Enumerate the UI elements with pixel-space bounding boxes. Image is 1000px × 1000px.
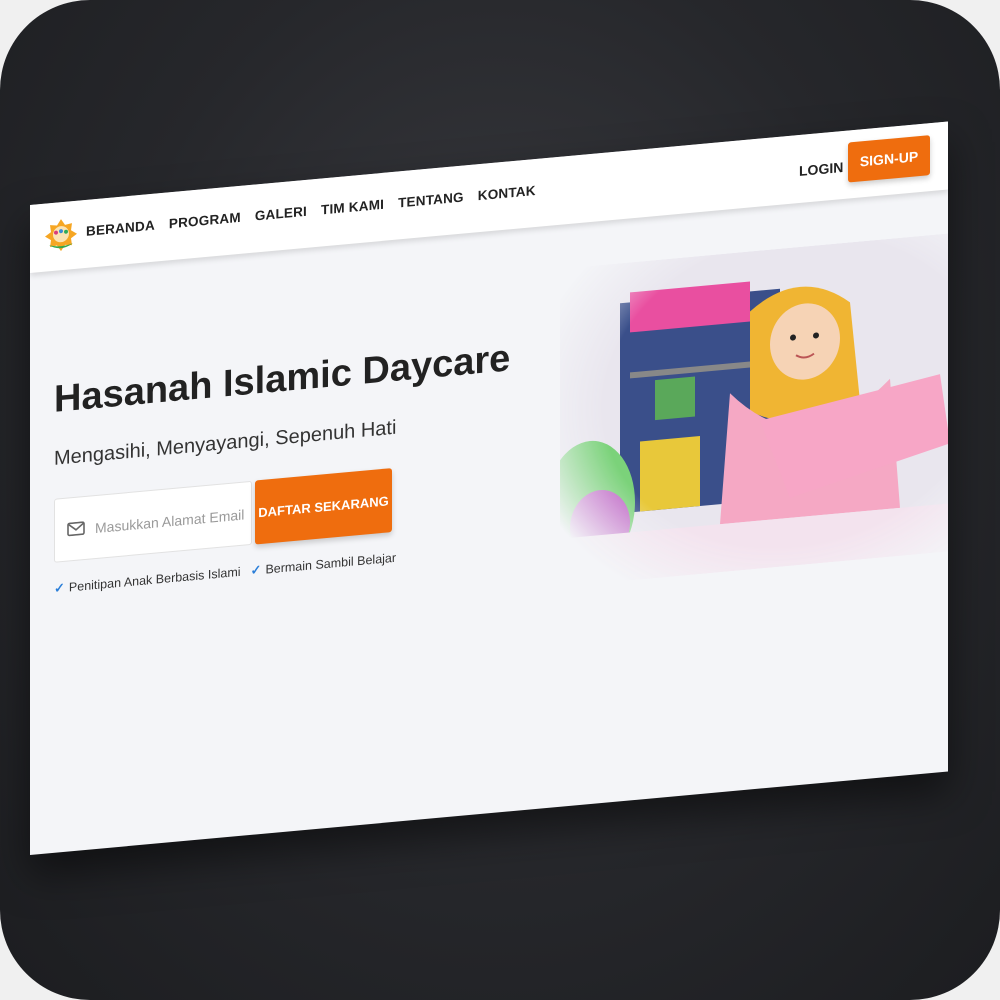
nav-item-tim-kami[interactable]: TIM KAMI: [321, 197, 384, 218]
nav-item-kontak[interactable]: KONTAK: [478, 183, 536, 203]
hero-subtitle: Mengasihi, Menyayangi, Sepenuh Hati: [54, 416, 397, 470]
mail-icon: [67, 521, 85, 537]
feature-label: Penitipan Anak Berbasis Islami: [68, 564, 241, 595]
feature-item: ✓ Bermain Sambil Belajar: [251, 550, 397, 579]
hero-photo: [560, 233, 948, 587]
browser-screen: BERANDA PROGRAM GALERI TIM KAMI TENTANG …: [30, 121, 948, 856]
device-frame: BERANDA PROGRAM GALERI TIM KAMI TENTANG …: [0, 0, 1000, 1000]
check-icon: ✓: [54, 579, 65, 596]
email-input[interactable]: [93, 502, 249, 541]
nav-menu: BERANDA PROGRAM GALERI TIM KAMI TENTANG …: [86, 183, 536, 239]
nav-item-program[interactable]: PROGRAM: [169, 210, 241, 232]
nav-item-tentang[interactable]: TENTANG: [398, 190, 464, 211]
nav-item-beranda[interactable]: BERANDA: [86, 218, 155, 239]
check-icon: ✓: [250, 561, 262, 578]
email-field-container: [54, 480, 252, 563]
register-now-button[interactable]: DAFTAR SEKARANG: [255, 468, 392, 545]
signup-button[interactable]: SIGN-UP: [848, 135, 930, 183]
feature-label: Bermain Sambil Belajar: [265, 550, 397, 577]
hero-title: Hasanah Islamic Daycare: [54, 337, 511, 421]
daycare-logo-icon[interactable]: [44, 217, 78, 254]
nav-item-galeri[interactable]: GALERI: [255, 204, 307, 224]
login-link[interactable]: LOGIN: [799, 159, 843, 179]
feature-item: ✓ Penitipan Anak Berbasis Islami: [54, 564, 241, 597]
